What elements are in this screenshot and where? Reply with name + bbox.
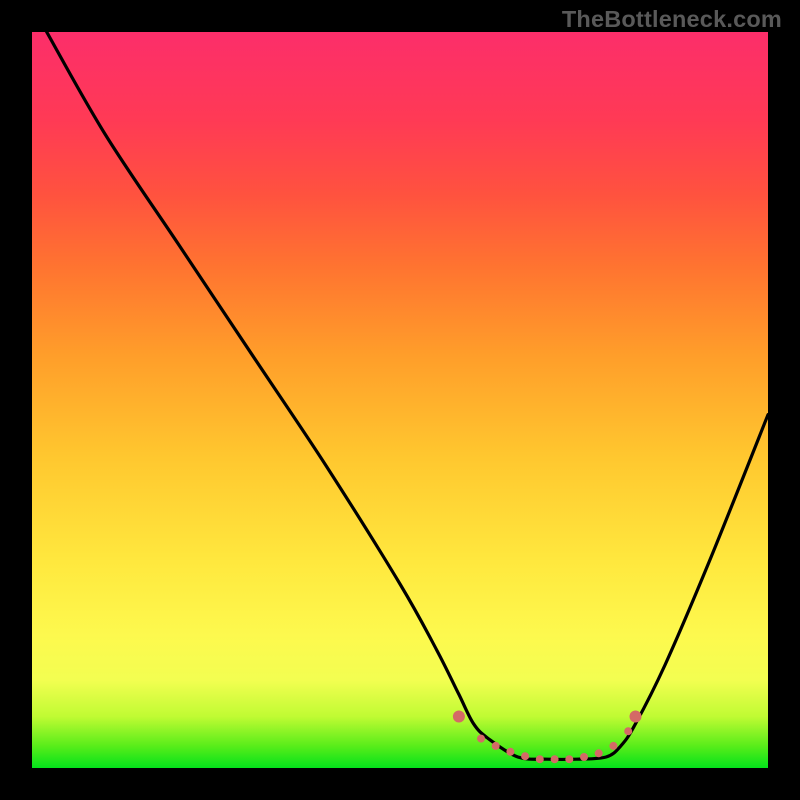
optimal-marker-dot: [453, 711, 465, 723]
optimal-marker-dot: [565, 755, 573, 763]
bottleneck-curve-svg: [32, 32, 768, 768]
optimal-marker-dot: [521, 752, 529, 760]
optimal-marker-dot: [477, 735, 485, 743]
optimal-marker-dot: [536, 755, 544, 763]
bottleneck-curve: [47, 32, 768, 759]
optimal-marker-dot: [580, 753, 588, 761]
optimal-marker-dot: [492, 742, 500, 750]
watermark-text: TheBottleneck.com: [562, 6, 782, 33]
optimal-marker-dot: [551, 755, 559, 763]
optimal-marker-dot: [595, 749, 603, 757]
plot-area: [32, 32, 768, 768]
optimal-marker-dot: [506, 748, 514, 756]
chart-frame: TheBottleneck.com: [0, 0, 800, 800]
optimal-marker-dot: [630, 711, 642, 723]
optimal-marker-dot: [609, 742, 617, 750]
optimal-marker-dot: [624, 727, 632, 735]
